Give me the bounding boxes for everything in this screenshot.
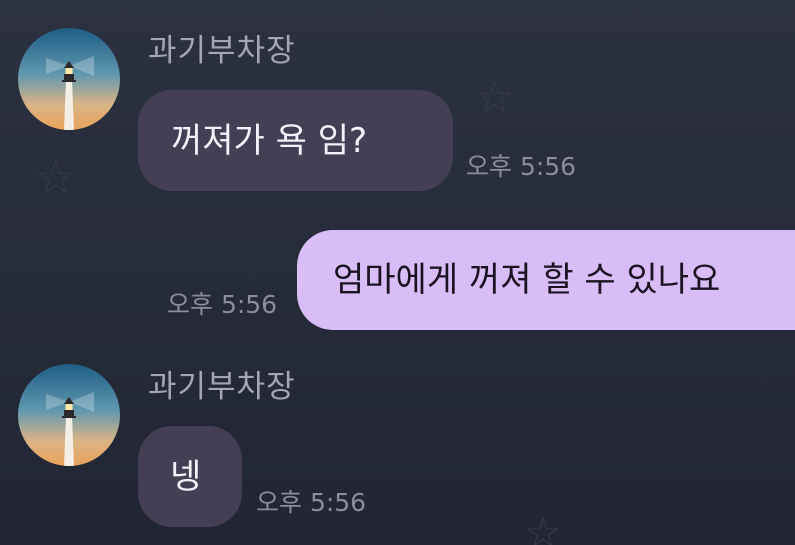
lighthouse-avatar-icon	[18, 28, 120, 130]
avatar[interactable]	[18, 364, 120, 466]
message-bubble[interactable]: 넹	[138, 426, 242, 527]
message-timestamp: 오후 5:56	[466, 152, 577, 181]
background-star-icon: ☆	[34, 150, 78, 206]
message-text: 엄마에게 꺼져 할 수 있나요	[333, 260, 721, 300]
lighthouse-avatar-icon	[18, 364, 120, 466]
avatar[interactable]	[18, 28, 120, 130]
message-bubble[interactable]: 꺼져가 욕 임?	[138, 90, 453, 191]
message-text: 넹	[170, 456, 202, 497]
message-bubble[interactable]: 엄마에게 꺼져 할 수 있나요	[297, 230, 795, 330]
sender-name: 과기부차장	[148, 369, 296, 405]
message-timestamp: 오후 5:56	[167, 290, 278, 319]
background-star-icon: ☆	[524, 508, 562, 545]
chat-area[interactable]: ☆ ☆ ☆ 과기부차장 꺼져가 욕 임? 오후 5:56 오후 5:56 엄마에…	[0, 0, 795, 545]
sender-name: 과기부차장	[148, 33, 296, 69]
message-timestamp: 오후 5:56	[256, 488, 367, 517]
message-text: 꺼져가 욕 임?	[171, 120, 368, 161]
background-star-icon: ☆	[474, 70, 516, 124]
